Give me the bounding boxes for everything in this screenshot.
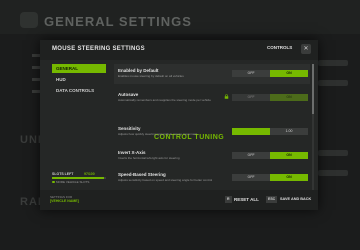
- save-and-back-button[interactable]: SAVE AND BACK: [280, 196, 311, 203]
- setting-row-autosave[interactable]: Autosave Automatically remembers and rea…: [114, 88, 310, 108]
- toggle-enabled-default[interactable]: OFF ON: [232, 70, 308, 77]
- setting-row-invert-x[interactable]: Invert X-Axis Inverts the horizontal lef…: [114, 146, 310, 166]
- setting-description: Inverts the horizontal left-right axis f…: [118, 156, 180, 160]
- slots-legend-dot-icon: [52, 180, 55, 183]
- sidebar: GENERAL HUD DATA CONTROLS: [52, 64, 106, 97]
- slots-progress: [52, 177, 106, 179]
- background-control: [318, 60, 348, 66]
- setting-description: Automatically remembers and reapplies th…: [118, 98, 211, 102]
- footer-vehicle-name: [VEHICLE NAME]: [50, 199, 79, 203]
- setting-row-enabled-default[interactable]: Enabled by Default Enables mouse steerin…: [114, 64, 310, 84]
- setting-title: Autosave: [118, 92, 139, 97]
- modal-footer: SETTINGS FOR [VEHICLE NAME] R RESET ALL …: [40, 190, 318, 210]
- slots-label: SLOTS LEFT: [52, 172, 74, 176]
- setting-row-speed-steering[interactable]: Speed-Based Steering Adjusts sensitivity…: [114, 168, 310, 188]
- scrollbar[interactable]: [312, 64, 314, 192]
- sensitivity-slider[interactable]: 1.00: [232, 128, 308, 135]
- toggle-off[interactable]: OFF: [232, 70, 270, 77]
- modal-title: MOUSE STEERING SETTINGS: [52, 46, 145, 52]
- setting-title: Invert X-Axis: [118, 150, 146, 155]
- controls-key-icon[interactable]: ✕: [301, 44, 311, 54]
- reset-key-icon[interactable]: R: [225, 196, 232, 203]
- slots-value: 97/100: [84, 172, 95, 176]
- setting-description: Adjusts how quickly steering responds to…: [118, 132, 197, 136]
- toggle-on[interactable]: ON: [270, 152, 308, 159]
- toggle-invert-x[interactable]: OFF ON: [232, 152, 308, 159]
- settings-modal: MOUSE STEERING SETTINGS CONTROLS ✕ GENER…: [40, 40, 318, 210]
- setting-description: Enables mouse steering by default on all…: [118, 74, 184, 78]
- toggle-off: OFF: [232, 94, 270, 101]
- background-divider: [32, 90, 40, 93]
- toggle-autosave: OFF ON: [232, 94, 308, 101]
- background-divider: [32, 54, 40, 57]
- sidebar-item-general[interactable]: GENERAL: [52, 64, 106, 73]
- sidebar-item-hud[interactable]: HUD: [52, 75, 106, 84]
- background-control: [318, 80, 348, 86]
- background-title: GENERAL SETTINGS: [44, 14, 192, 29]
- setting-description: Adjusts sensitivity based on speed and s…: [118, 178, 213, 182]
- slider-fill: [232, 128, 270, 135]
- save-key-icon[interactable]: ESC: [266, 196, 278, 203]
- toggle-on: ON: [270, 94, 308, 101]
- sidebar-item-data-controls[interactable]: DATA CONTROLS: [52, 86, 106, 95]
- modal-header: MOUSE STEERING SETTINGS CONTROLS ✕: [40, 40, 318, 60]
- slots-progress-fill: [52, 177, 105, 179]
- background-divider: [32, 78, 40, 81]
- lock-icon: [224, 94, 229, 99]
- app-logo-icon: [20, 12, 38, 28]
- setting-title: Enabled by Default: [118, 68, 159, 73]
- toggle-speed-steering[interactable]: OFF ON: [232, 174, 308, 181]
- toggle-off[interactable]: OFF: [232, 174, 270, 181]
- scrollbar-thumb[interactable]: [312, 64, 314, 114]
- slots-legend: MORE VEHICLE SLOTS: [56, 180, 90, 184]
- slider-value: 1.00: [285, 129, 293, 133]
- background-control: [318, 150, 348, 156]
- toggle-on[interactable]: ON: [270, 174, 308, 181]
- controls-button[interactable]: CONTROLS: [267, 45, 292, 50]
- toggle-off[interactable]: OFF: [232, 152, 270, 159]
- setting-title: Sensitivity: [118, 126, 141, 131]
- toggle-on[interactable]: ON: [270, 70, 308, 77]
- reset-all-button[interactable]: RESET ALL: [234, 196, 259, 203]
- background-divider: [32, 66, 40, 69]
- setting-row-sensitivity[interactable]: Sensitivity Adjusts how quickly steering…: [114, 122, 310, 142]
- background-control: [318, 170, 348, 176]
- setting-title: Speed-Based Steering: [118, 172, 166, 177]
